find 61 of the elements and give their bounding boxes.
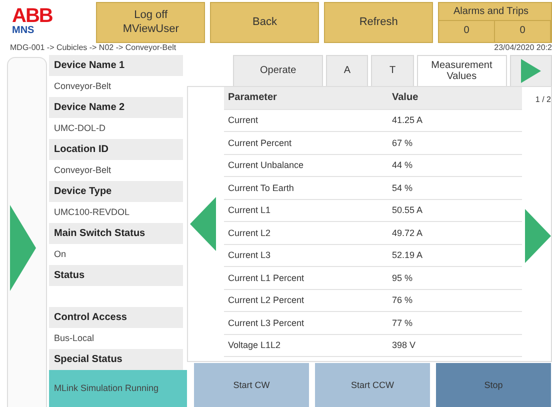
table-cell: 76 % (392, 295, 413, 306)
product-name: MNS (12, 26, 36, 36)
table-cell: 41.25 A (392, 115, 423, 126)
status-indicator: MLink Simulation Running (49, 370, 187, 407)
info-value: UMC-DOL-D (54, 123, 106, 133)
info-value: UMC100-REVDOL (54, 207, 130, 217)
table-cell: 77 % (392, 318, 413, 328)
table-cell: 44 % (392, 160, 413, 170)
info-label: Main Switch Status (49, 223, 183, 244)
table-cell-text: Current L2 Percent (227, 295, 306, 306)
previous-arrow-icon[interactable] (10, 204, 36, 290)
alarms-title: Alarms and Trips (452, 5, 530, 19)
table-cell-text: Current L1 (227, 205, 272, 216)
table-cell-text: Current L3 Percent (227, 318, 306, 328)
next-tab[interactable] (510, 55, 552, 86)
tab[interactable]: Operate (233, 55, 324, 86)
table-cell-text: Current (227, 115, 260, 126)
info-value: Conveyor-Belt (54, 165, 112, 175)
column-header: Parameter (227, 92, 278, 104)
timestamp: 23/04/2020 20:2 (494, 43, 552, 54)
info-label: Device Type (49, 181, 183, 202)
info-label: Device Name 2 (49, 97, 183, 118)
info-value: Bus-Local (54, 333, 94, 343)
info-label: Control Access (49, 307, 183, 328)
alarm-count: 0 (439, 21, 496, 42)
header-button[interactable]: Refresh (324, 2, 434, 43)
info-value: On (54, 249, 66, 259)
breadcrumb: MDG-001 -> Cubicles -> N02 -> Conveyor-Belt (10, 43, 176, 54)
tab[interactable]: A (326, 55, 368, 86)
table-cell: 52.19 A (392, 250, 423, 260)
action-button[interactable]: Start CCW (315, 363, 430, 407)
table-cell: 49.72 A (392, 228, 423, 238)
table-cell-text: Current To Earth (227, 182, 295, 193)
previous-page-icon[interactable] (190, 197, 216, 251)
alarm-count: 0 (495, 21, 552, 42)
header-button[interactable]: Back (210, 2, 320, 43)
next-page-icon[interactable] (525, 209, 551, 263)
action-button[interactable]: Start CW (194, 363, 309, 407)
play-icon (520, 59, 541, 83)
table-cell-text: Voltage L1L2 (227, 340, 282, 350)
info-value: Conveyor-Belt (54, 81, 112, 91)
info-label: Location ID (49, 139, 183, 160)
info-label: Status (49, 265, 183, 286)
tab[interactable]: T (371, 55, 414, 86)
info-label: Special Status (49, 349, 183, 370)
table-cell-text: Current L1 Percent (227, 272, 306, 283)
table-cell: 50.55 A (392, 205, 423, 216)
page-indicator: 1 / 2 (535, 95, 551, 104)
table-cell: 95 % (392, 272, 413, 283)
brand-logo: ABB (12, 6, 54, 26)
table-cell-text: Current Unbalance (227, 160, 305, 170)
table-cell: 398 V (392, 340, 416, 350)
table-cell-text: Current L2 (227, 228, 272, 238)
table-cell-text: Current Percent (227, 138, 293, 148)
column-header: Value (392, 92, 418, 104)
header-button[interactable]: Log off MViewUser (96, 2, 206, 43)
info-label: Device Name 1 (49, 55, 183, 76)
tab[interactable]: Measurement Values (416, 55, 507, 86)
table-cell-text: Current L3 (227, 250, 272, 260)
table-cell: 54 % (392, 182, 413, 193)
table-cell: 67 % (392, 138, 413, 148)
